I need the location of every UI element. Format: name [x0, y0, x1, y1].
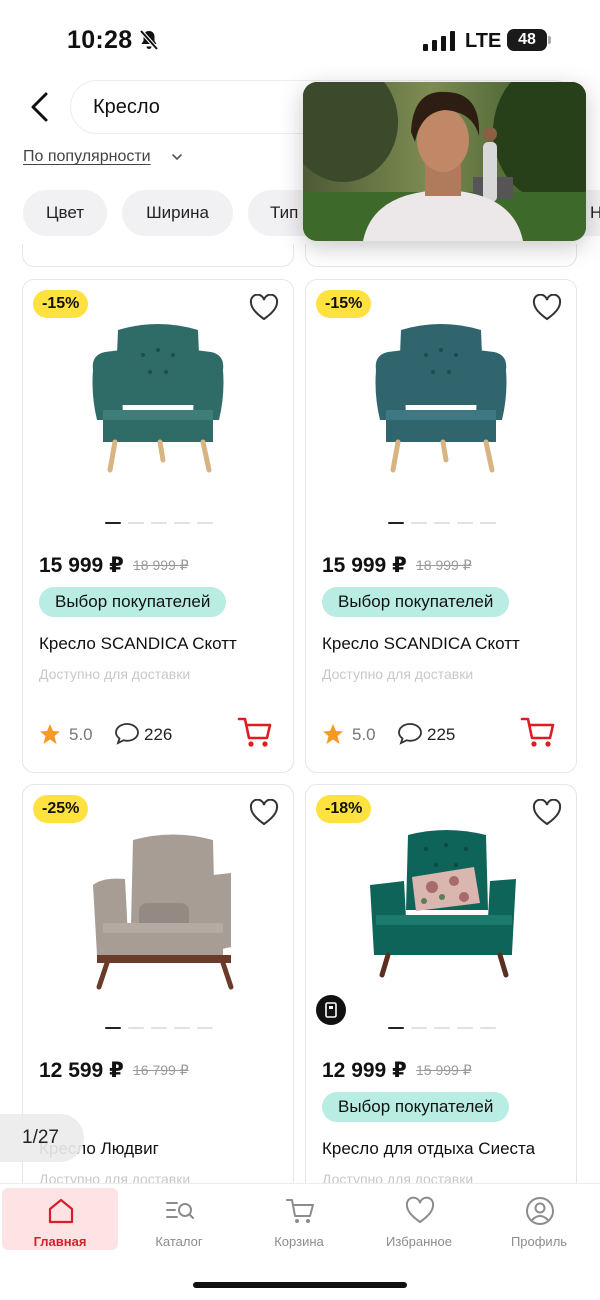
- status-bar: 10:28 LTE 48: [0, 0, 600, 80]
- favorite-heart-icon[interactable]: [532, 294, 562, 322]
- back-arrow-icon[interactable]: [22, 88, 60, 126]
- product-card[interactable]: -18% 12 999 ₽ 15 999 ₽ Выбор покупателей…: [305, 784, 577, 1184]
- armchair-image: [92, 324, 224, 473]
- sort-dropdown[interactable]: По популярности: [23, 148, 151, 166]
- product-card[interactable]: -15% 15 999 ₽ 18 999 ₽ Выбор покупателей…: [22, 279, 294, 773]
- tab-label: Избранное: [386, 1234, 452, 1249]
- product-name[interactable]: Кресло для отдыха Сиеста: [322, 1139, 535, 1159]
- old-price: 16 799 ₽: [133, 1062, 189, 1078]
- buyers-choice-badge: Выбор покупателей: [322, 587, 510, 617]
- tab-catalog[interactable]: Каталог: [121, 1188, 237, 1250]
- reviews-count: 226: [144, 725, 173, 744]
- battery-icon: 48: [507, 29, 551, 51]
- network-type: LTE: [465, 30, 502, 52]
- cellular-signal-icon: [423, 31, 455, 51]
- armchair-image: [93, 834, 234, 990]
- video-frame: [303, 82, 586, 241]
- image-carousel-dots[interactable]: [105, 522, 213, 525]
- old-price: 18 999 ₽: [416, 557, 472, 573]
- search-query: Кресло: [93, 96, 160, 118]
- product-label-icon: [316, 995, 346, 1025]
- cart-icon: [286, 1199, 314, 1223]
- image-carousel-dots[interactable]: [388, 522, 496, 525]
- old-price: 15 999 ₽: [416, 1062, 472, 1078]
- comment-icon: [115, 723, 139, 745]
- status-time: 10:28: [67, 26, 133, 54]
- tab-label: Профиль: [510, 1234, 568, 1249]
- tab-cart[interactable]: Корзина: [241, 1188, 357, 1250]
- product-name[interactable]: Кресло SCANDICA Скотт: [39, 634, 237, 654]
- price: 12 999 ₽: [322, 1059, 407, 1082]
- heart-icon: [405, 1196, 435, 1224]
- armchair-image: [370, 830, 516, 978]
- old-price: 18 999 ₽: [133, 557, 189, 573]
- favorite-heart-icon[interactable]: [249, 294, 279, 322]
- rating-value: 5.0: [69, 725, 93, 744]
- product-card[interactable]: -15% 15 999 ₽ 18 999 ₽ Выбор покупателей…: [305, 279, 577, 773]
- price: 15 999 ₽: [39, 554, 124, 577]
- favorite-heart-icon[interactable]: [532, 799, 562, 827]
- armchair-image: [375, 324, 507, 473]
- tab-label: Каталог: [155, 1234, 203, 1249]
- filter-chip-color[interactable]: Цвет: [23, 190, 107, 236]
- bell-muted-icon: [139, 29, 159, 51]
- tab-label: Корзина: [274, 1234, 324, 1249]
- page-counter: 1/27: [0, 1114, 84, 1162]
- add-to-cart-icon[interactable]: [520, 714, 556, 750]
- add-to-cart-icon[interactable]: [237, 714, 273, 750]
- buyers-choice-badge: Выбор покупателей: [322, 1092, 510, 1122]
- price: 12 599 ₽: [39, 1059, 124, 1082]
- favorite-heart-icon[interactable]: [249, 799, 279, 827]
- home-indicator: [193, 1282, 407, 1288]
- filter-chip-width[interactable]: Ширина: [122, 190, 233, 236]
- image-carousel-dots[interactable]: [105, 1027, 213, 1030]
- chevron-down-icon[interactable]: [171, 152, 183, 162]
- tab-label: Главная: [33, 1234, 87, 1249]
- availability-text: Доступно для доставки: [322, 666, 474, 682]
- price: 15 999 ₽: [322, 554, 407, 577]
- video-overlay[interactable]: [303, 82, 586, 241]
- buyers-choice-badge: Выбор покупателей: [39, 587, 227, 617]
- product-card-partial[interactable]: [22, 244, 294, 267]
- tab-profile[interactable]: Профиль: [481, 1188, 597, 1250]
- availability-text: Доступно для доставки: [39, 666, 191, 682]
- reviews-count: 225: [427, 725, 456, 744]
- star-icon: [323, 724, 343, 744]
- catalog-search-icon: [166, 1202, 194, 1219]
- profile-icon: [526, 1197, 554, 1225]
- tab-favorites[interactable]: Избранное: [361, 1188, 477, 1250]
- comment-icon: [398, 723, 422, 745]
- rating-value: 5.0: [352, 725, 376, 744]
- product-card-partial[interactable]: [305, 244, 577, 267]
- tab-home[interactable]: Главная: [2, 1188, 118, 1250]
- star-icon: [40, 724, 60, 744]
- battery-level: 48: [518, 31, 536, 48]
- product-name[interactable]: Кресло SCANDICA Скотт: [322, 634, 520, 654]
- home-icon: [48, 1198, 74, 1224]
- image-carousel-dots[interactable]: [388, 1027, 496, 1030]
- product-grid: -15% 15 999 ₽ 18 999 ₽ Выбор покупателей…: [0, 244, 600, 1184]
